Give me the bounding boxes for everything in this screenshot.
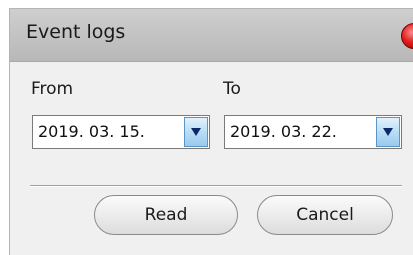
from-date-value[interactable]: 2019. 03. 15. (38, 122, 145, 141)
cancel-button[interactable]: Cancel (257, 195, 393, 235)
chevron-down-icon (383, 128, 393, 136)
to-label: To (223, 79, 241, 99)
from-date-picker[interactable]: 2019. 03. 15. (32, 115, 210, 149)
from-label: From (31, 79, 74, 99)
from-date-dropdown-button[interactable] (184, 117, 208, 147)
to-date-value[interactable]: 2019. 03. 22. (230, 122, 337, 141)
read-button[interactable]: Read (94, 195, 238, 235)
close-icon[interactable] (401, 23, 413, 49)
title-bar[interactable]: Event logs (10, 9, 413, 62)
dialog-title: Event logs (26, 21, 126, 43)
to-date-dropdown-button[interactable] (376, 117, 400, 147)
to-date-picker[interactable]: 2019. 03. 22. (224, 115, 402, 149)
chevron-down-icon (191, 128, 201, 136)
event-logs-dialog: Event logs From To 2019. 03. 15. 2019. 0… (9, 8, 413, 255)
divider (30, 185, 402, 187)
